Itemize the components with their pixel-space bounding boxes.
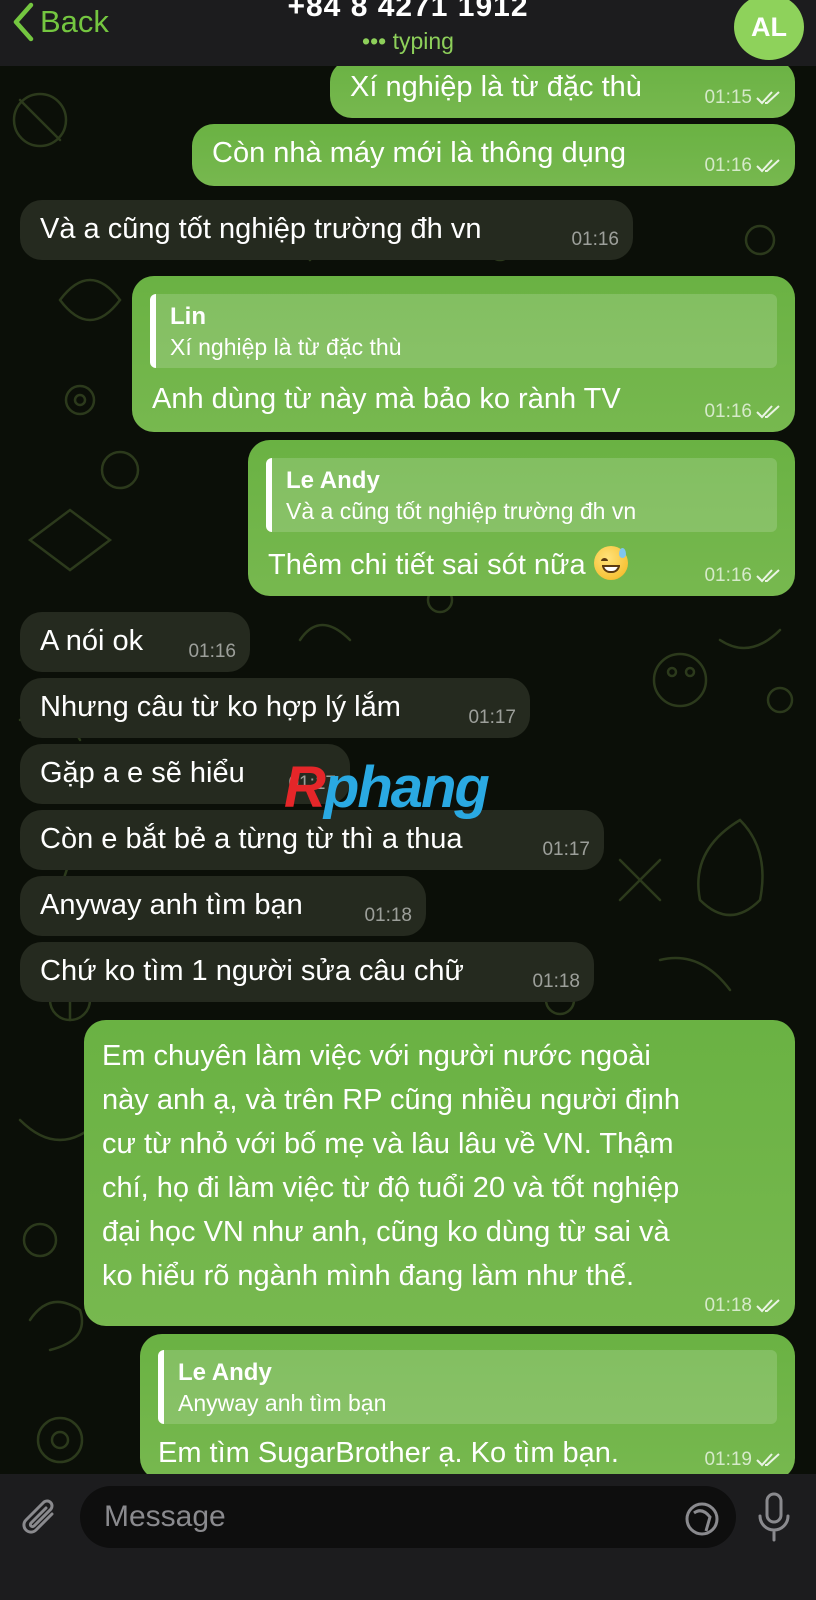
avatar-initials: AL (751, 11, 787, 42)
paperclip-icon[interactable] (18, 1494, 62, 1544)
message-text: Gặp a e sẽ hiểu (40, 757, 245, 789)
message-time: 01:18 (532, 971, 580, 992)
reply-text: Anyway anh tìm bạn (178, 1390, 387, 1416)
message-bubble-incoming[interactable]: A nói ok 01:16 (20, 612, 250, 672)
message-time: 01:16 (704, 565, 752, 586)
message-text: Nhưng câu từ ko hợp lý lắm (40, 691, 401, 723)
reply-quote[interactable]: Le Andy Và a cũng tốt nghiệp trường đh v… (266, 458, 777, 532)
message-time: 01:16 (571, 229, 619, 250)
message-line: chí, họ đi làm việc từ độ tuổi 20 và tốt… (102, 1172, 680, 1204)
message-text: Chứ ko tìm 1 người sửa câu chữ (40, 955, 464, 987)
double-check-icon (756, 91, 780, 105)
microphone-icon[interactable] (756, 1492, 792, 1544)
message-text: Anh dùng từ này mà bảo ko rành TV (152, 383, 621, 415)
message-input-bar: Message (0, 1474, 816, 1600)
message-text: Xí nghiệp là từ đặc thù (350, 71, 642, 103)
double-check-icon (756, 405, 780, 419)
message-time: 01:18 (704, 1295, 752, 1316)
message-bubble-outgoing[interactable]: Em chuyên làm việc với người nước ngoài … (84, 1020, 795, 1326)
message-bubble-incoming[interactable]: Anyway anh tìm bạn 01:18 (20, 876, 426, 936)
message-line: này anh ạ, và trên RP cũng nhiều người đ… (102, 1084, 681, 1116)
reply-author: Le Andy (178, 1359, 272, 1386)
double-check-icon (756, 1453, 780, 1467)
message-line: đại học VN như anh, cũng ko dùng từ sai … (102, 1216, 670, 1248)
message-time: 01:16 (704, 401, 752, 422)
message-bubble-incoming[interactable]: Và a cũng tốt nghiệp trường đh vn 01:16 (20, 200, 633, 260)
message-time: 01:18 (364, 905, 412, 926)
message-time: 01:19 (704, 1449, 752, 1470)
message-bubble-outgoing[interactable]: Xí nghiệp là từ đặc thù 01:15 (330, 60, 795, 118)
chat-header: Back +84 8 4271 1912 ••• typing AL (0, 0, 816, 66)
typing-status: ••• typing (362, 28, 454, 54)
message-line: ko hiểu rõ ngành mình đang làm như thế. (102, 1260, 635, 1292)
message-text: Còn e bắt bẻ a từng từ thì a thua (40, 823, 463, 855)
message-bubble-incoming[interactable]: Nhưng câu từ ko hợp lý lắm 01:17 (20, 678, 530, 738)
reply-author: Le Andy (286, 467, 380, 494)
double-check-icon (756, 1299, 780, 1313)
grinning-sweat-emoji-icon (593, 546, 628, 580)
message-text: Và a cũng tốt nghiệp trường đh vn (40, 213, 482, 245)
message-line: Em chuyên làm việc với người nước ngoài (102, 1040, 651, 1072)
reply-author: Lin (170, 303, 206, 330)
message-text: Còn nhà máy mới là thông dụng (212, 137, 626, 169)
message-placeholder: Message (104, 1500, 226, 1533)
double-check-icon (756, 159, 780, 173)
reply-quote[interactable]: Le Andy Anyway anh tìm bạn (158, 1350, 777, 1424)
message-bubble-outgoing-reply[interactable]: Le Andy Và a cũng tốt nghiệp trường đh v… (248, 440, 795, 596)
message-text: A nói ok (40, 625, 144, 657)
reply-quote[interactable]: Lin Xí nghiệp là từ đặc thù (150, 294, 777, 368)
message-bubble-outgoing[interactable]: Còn nhà máy mới là thông dụng 01:16 (192, 124, 795, 186)
message-text: Em tìm SugarBrother ạ. Ko tìm bạn. (158, 1437, 619, 1469)
sticker-icon[interactable] (684, 1501, 720, 1537)
message-input[interactable]: Message (80, 1486, 736, 1548)
message-time: 01:17 (468, 707, 516, 728)
message-bubble-incoming[interactable]: Chứ ko tìm 1 người sửa câu chữ 01:18 (20, 942, 594, 1002)
message-bubble-outgoing-reply[interactable]: Le Andy Anyway anh tìm bạn Em tìm SugarB… (140, 1334, 795, 1480)
message-line: cư từ nhỏ với bố mẹ và lâu lâu về VN. Th… (102, 1128, 674, 1160)
message-text: Thêm chi tiết sai sót nữa (268, 549, 586, 581)
contact-title[interactable]: +84 8 4271 1912 (0, 0, 816, 24)
message-bubble-outgoing-reply[interactable]: Lin Xí nghiệp là từ đặc thù Anh dùng từ … (132, 276, 795, 432)
double-check-icon (756, 569, 780, 583)
reply-text: Và a cũng tốt nghiệp trường đh vn (286, 498, 637, 524)
watermark-logo: Rphang (284, 755, 490, 820)
message-time: 01:17 (542, 839, 590, 860)
message-time: 01:15 (704, 87, 752, 108)
reply-text: Xí nghiệp là từ đặc thù (170, 334, 402, 360)
message-time: 01:16 (188, 641, 236, 662)
message-text: Anyway anh tìm bạn (40, 889, 303, 921)
message-time: 01:16 (704, 155, 752, 176)
